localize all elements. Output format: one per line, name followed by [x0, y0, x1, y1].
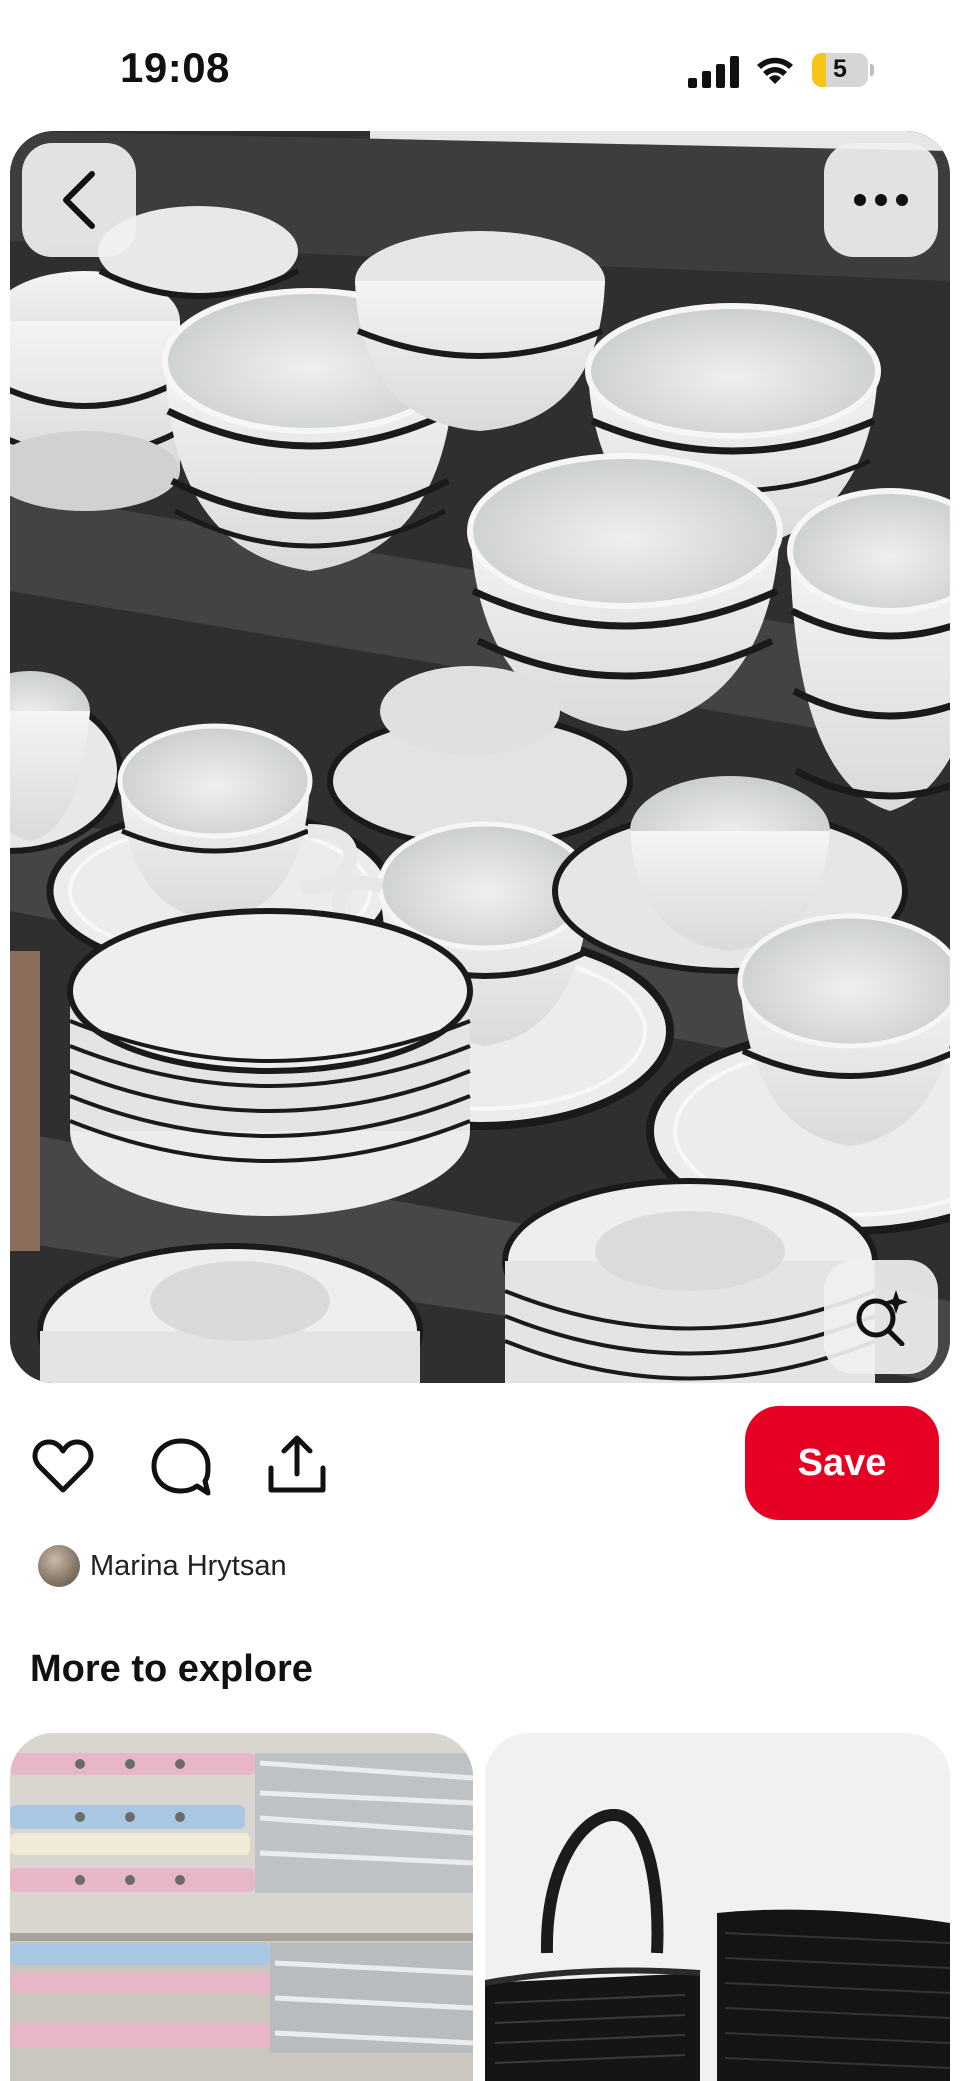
save-button[interactable]: Save: [745, 1406, 939, 1520]
back-icon: [63, 171, 95, 229]
section-title: More to explore: [30, 1648, 313, 1690]
battery-level: 5: [833, 55, 847, 83]
explore-pin-cutlery[interactable]: [10, 1733, 473, 2081]
back-button[interactable]: [22, 143, 136, 257]
heart-icon[interactable]: [32, 1436, 94, 1498]
pin-action-bar: Save: [0, 1406, 960, 1526]
status-bar: 19:08 5: [0, 0, 960, 130]
share-icon[interactable]: [266, 1434, 328, 1496]
comment-icon[interactable]: [150, 1436, 212, 1498]
pin-image[interactable]: [10, 131, 950, 1383]
more-options-button[interactable]: [824, 143, 938, 257]
woven-bag-photo: [485, 1733, 950, 2081]
visual-search-button[interactable]: [824, 1260, 938, 1374]
creator-name[interactable]: Marina Hrytsan: [90, 1550, 287, 1583]
cutlery-drawer-photo: [10, 1733, 473, 2081]
dinnerware-shelf-photo: [10, 131, 950, 1383]
wifi-icon: [757, 57, 793, 84]
visual-search-icon: [856, 1290, 908, 1346]
more-icon: [854, 194, 908, 206]
avatar[interactable]: [38, 1545, 80, 1587]
cellular-signal-icon: [688, 56, 739, 88]
status-time: 19:08: [120, 44, 230, 91]
creator-link[interactable]: Marina Hrytsan: [38, 1544, 287, 1588]
battery-icon: 5: [812, 53, 874, 87]
explore-pin-woven-bag[interactable]: [485, 1733, 950, 2081]
